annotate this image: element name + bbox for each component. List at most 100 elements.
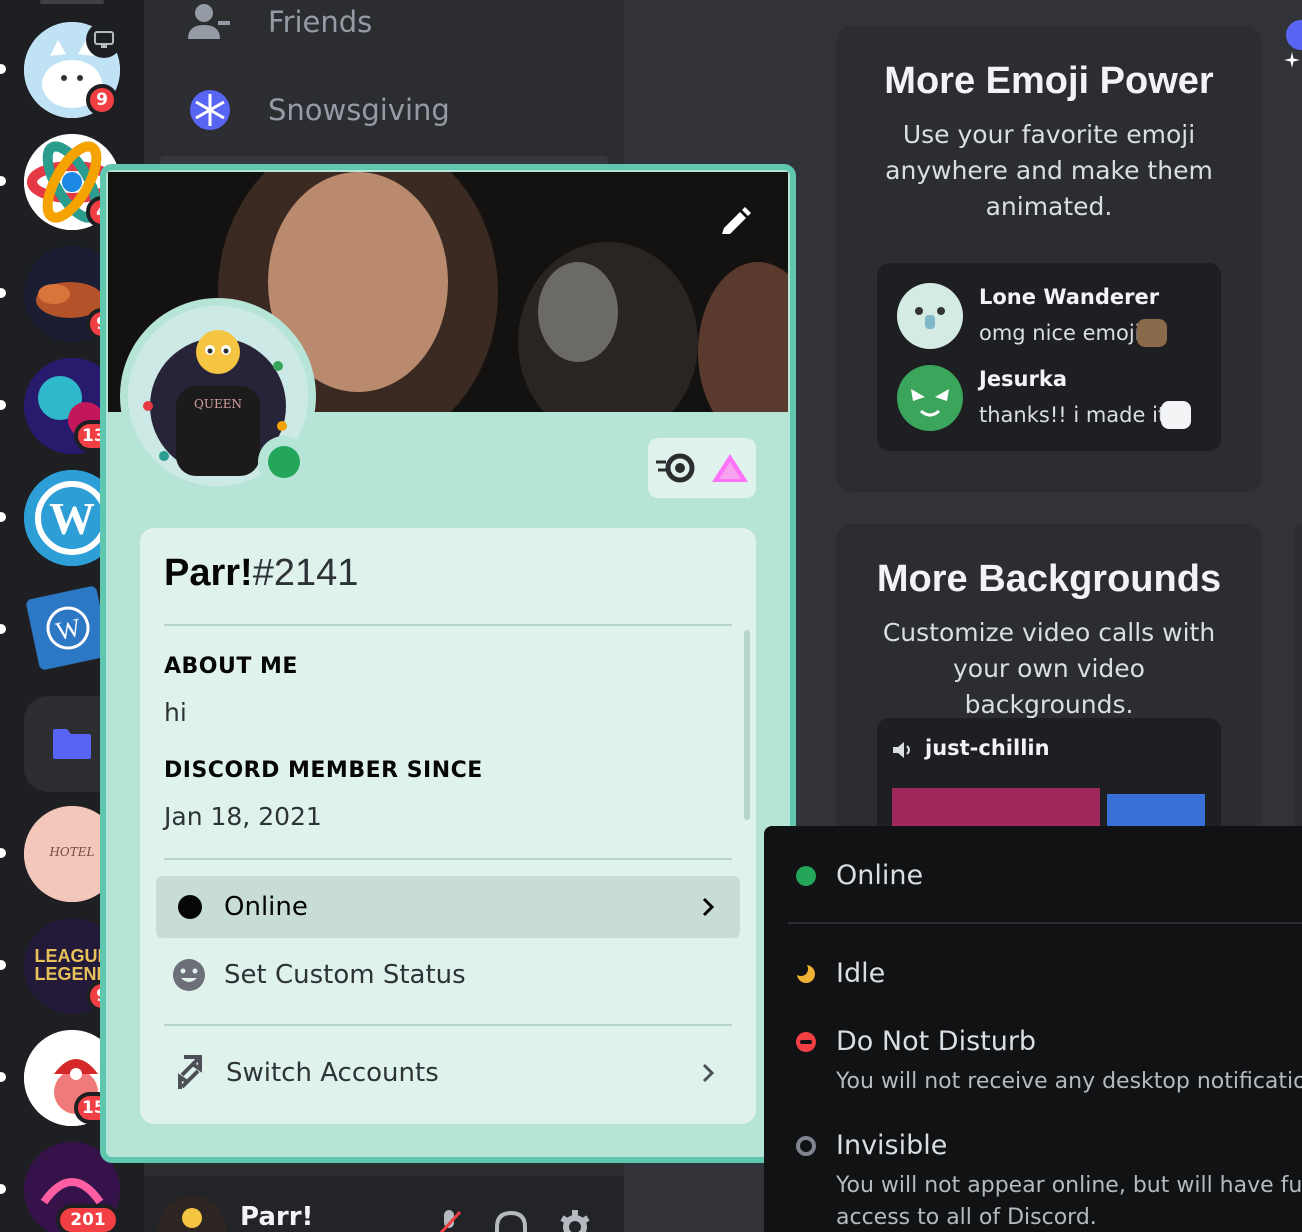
mention-badge: 201	[56, 1204, 120, 1232]
profile-discriminator: #2141	[252, 552, 359, 594]
snowsgiving-label: Snowsgiving	[268, 93, 450, 127]
chevron-right-icon	[702, 1063, 714, 1083]
unread-pill	[0, 960, 6, 970]
voice-channel-name: just-chillin	[925, 736, 1050, 760]
member-since-date: Jan 18, 2021	[164, 802, 322, 831]
status-menu: Online Idle Do Not Disturb You will not …	[764, 826, 1302, 1232]
snowflake-icon	[190, 90, 230, 130]
snowsgiving-nav-item[interactable]: Snowsgiving	[188, 88, 450, 132]
chevron-right-icon	[702, 897, 714, 917]
divider	[164, 858, 732, 860]
unread-pill	[0, 624, 6, 634]
online-status-icon	[796, 865, 816, 886]
friends-label: Friends	[268, 5, 373, 39]
status-label: Online	[224, 892, 308, 922]
desktop-icon	[86, 22, 122, 58]
folder-icon	[53, 729, 91, 759]
profile-body: Parr!#2141 ABOUT ME hi DISCORD MEMBER SI…	[140, 528, 756, 1124]
channel-list-edge	[160, 156, 608, 164]
user-panel: Parr!	[144, 1176, 624, 1232]
profile-name: Parr!#2141	[164, 552, 358, 595]
avatar	[897, 283, 963, 349]
profile-username: Parr!	[164, 552, 253, 594]
status-option-label: Idle	[836, 958, 886, 989]
status-dot-icon	[178, 895, 202, 919]
member-since-header: DISCORD MEMBER SINCE	[164, 758, 483, 783]
avatar	[897, 365, 963, 431]
headphones-icon[interactable]	[494, 1210, 528, 1232]
gear-icon[interactable]	[558, 1210, 592, 1232]
status-option-label: Invisible	[836, 1130, 948, 1161]
unread-pill	[0, 176, 6, 186]
speaker-icon	[893, 742, 910, 758]
divider	[164, 624, 732, 626]
about-me-text: hi	[164, 698, 187, 727]
emoji-card-title: More Emoji Power	[884, 60, 1214, 102]
status-indicator	[258, 436, 310, 488]
divider	[164, 1024, 732, 1026]
profile-popout: QUEEN Parr!#2141 ABOUT ME hi DISCORD MEM…	[100, 164, 796, 1163]
message-text: thanks!! i made it!	[979, 403, 1175, 427]
emoji-card-body: Use your favorite emoji anywhere and mak…	[885, 120, 1213, 221]
svg-text:QUEEN: QUEEN	[194, 397, 242, 411]
profile-badges	[648, 438, 756, 498]
divider	[788, 922, 1302, 924]
dnd-icon	[796, 1031, 816, 1052]
online-dot-icon	[268, 446, 300, 478]
scrollbar[interactable]	[744, 630, 750, 820]
status-option-online[interactable]: Online	[796, 860, 923, 891]
svg-text:HOTEL: HOTEL	[48, 845, 94, 859]
smiley-icon	[173, 959, 205, 991]
backgrounds-card-title: More Backgrounds	[876, 558, 1222, 600]
unread-pill	[0, 1072, 6, 1082]
status-option-label: Do Not Disturb	[836, 1026, 1037, 1057]
custom-status-label: Set Custom Status	[224, 960, 466, 990]
status-option-idle[interactable]: Idle	[796, 958, 885, 989]
backgrounds-card-body: Customize video calls with your own vide…	[882, 618, 1216, 719]
unread-pill	[0, 288, 6, 298]
switch-accounts-label: Switch Accounts	[226, 1058, 439, 1088]
mute-microphone-icon[interactable]	[434, 1208, 464, 1232]
status-option-description: You will not appear online, but will hav…	[836, 1173, 1302, 1230]
sparkle-icon	[1284, 52, 1300, 68]
about-me-header: ABOUT ME	[164, 654, 298, 679]
emoji-perk-card: More Emoji Power Use your favorite emoji…	[836, 26, 1262, 492]
user-avatar[interactable]	[158, 1196, 226, 1232]
status-selector[interactable]: Online	[156, 876, 740, 938]
card-edge	[1294, 524, 1302, 854]
unread-pill	[0, 400, 6, 410]
friends-icon	[188, 4, 230, 39]
switch-accounts-icon	[178, 1055, 202, 1089]
chat-preview: Lone Wanderer omg nice emoji Jesurka tha…	[877, 263, 1221, 451]
status-option-invisible[interactable]: Invisible You will not appear online, bu…	[796, 1130, 1302, 1230]
boost-badge-icon[interactable]	[710, 452, 750, 484]
backgrounds-perk-card: More Backgrounds Customize video calls w…	[836, 524, 1262, 858]
friends-nav-item[interactable]: Friends	[188, 0, 372, 44]
custom-emoji-icon	[1161, 401, 1191, 429]
unread-pill	[0, 512, 6, 522]
message-author: Jesurka	[979, 367, 1067, 391]
status-option-label: Online	[836, 860, 924, 891]
message-text: omg nice emoji	[979, 321, 1141, 345]
nitro-badge-icon[interactable]	[654, 452, 696, 484]
svg-text:W: W	[49, 493, 95, 544]
set-custom-status-button[interactable]: Set Custom Status	[156, 944, 740, 1006]
status-option-description: You will not receive any desktop notific…	[836, 1069, 1302, 1094]
status-option-dnd[interactable]: Do Not Disturb You will not receive any …	[796, 1026, 1302, 1094]
guild-icon-wordpress-blue[interactable]: W	[25, 585, 111, 671]
svg-text:W: W	[53, 613, 83, 647]
invisible-status-icon	[796, 1135, 816, 1156]
edit-pencil-icon[interactable]	[720, 204, 752, 236]
mention-badge: 9	[86, 84, 118, 116]
background-thumb	[1107, 794, 1205, 828]
unread-pill	[0, 848, 6, 858]
user-bar-username: Parr!	[240, 1202, 314, 1232]
message-author: Lone Wanderer	[979, 285, 1160, 309]
unread-pill	[0, 1184, 6, 1194]
unread-pill	[0, 64, 6, 74]
idle-moon-icon	[796, 963, 815, 983]
custom-emoji-icon	[1137, 319, 1167, 347]
switch-accounts-button[interactable]: Switch Accounts	[156, 1042, 740, 1104]
svg-text:LEAGUE: LEAGUE	[34, 946, 109, 966]
rail-divider	[40, 0, 104, 4]
